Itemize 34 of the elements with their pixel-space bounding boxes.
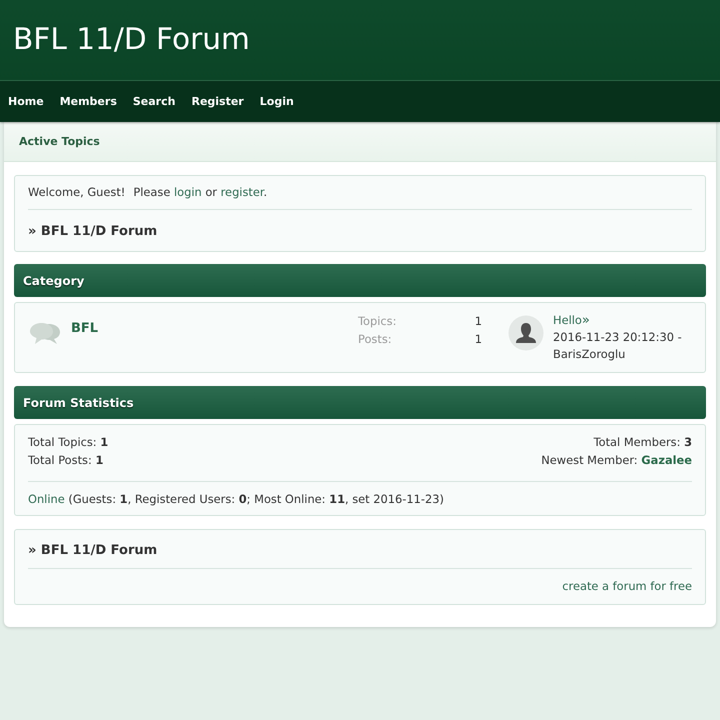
stat-value: 1 bbox=[474, 331, 483, 348]
section-header: Category bbox=[14, 264, 706, 297]
last-post-link[interactable]: Hello bbox=[553, 313, 582, 327]
stat-text: Total Members: 3 bbox=[594, 435, 692, 449]
post-author: BarisZoroglu bbox=[553, 347, 626, 361]
speech-bubbles-icon bbox=[30, 322, 60, 345]
login-link[interactable]: login bbox=[174, 185, 202, 199]
breadcrumb-link[interactable]: » BFL 11/D Forum bbox=[28, 223, 158, 241]
nav-link[interactable]: Home bbox=[0, 94, 52, 110]
post-date: 2016-11-23 20:12:30 - bbox=[553, 330, 682, 344]
nav-link[interactable]: Search bbox=[124, 94, 184, 110]
stat-text: Total Topics: 1 bbox=[28, 435, 108, 449]
jump-link[interactable]: » bbox=[582, 313, 590, 328]
stat-text: Total Posts: 1 bbox=[28, 453, 104, 467]
stat-label: Topics: bbox=[358, 313, 398, 330]
login-prompt: Please login or register. bbox=[133, 185, 268, 199]
section-header: Forum Statistics bbox=[14, 386, 706, 419]
stat-text: Newest Member: Gazalee bbox=[541, 453, 692, 467]
nav-link[interactable]: Register bbox=[183, 94, 252, 110]
online-link[interactable]: Online bbox=[28, 492, 65, 506]
subnav-link[interactable]: Active Topics bbox=[19, 134, 100, 150]
nav-link[interactable]: Members bbox=[52, 94, 125, 110]
online-stats: Online (Guests: 1, Registered Users: 0; Most Online: 11, set 2016-11-23) bbox=[28, 492, 444, 506]
welcome-text: Welcome, Guest! bbox=[28, 185, 126, 199]
member-link[interactable]: Gazalee bbox=[641, 453, 692, 467]
create-forum-link[interactable]: create a forum for free bbox=[562, 579, 692, 593]
forum-title: BFL 11/D Forum bbox=[13, 25, 250, 55]
stat-label: Posts: bbox=[358, 331, 393, 348]
avatar-icon bbox=[508, 315, 544, 351]
forum-name-link[interactable]: BFL bbox=[71, 321, 98, 336]
breadcrumb-link[interactable]: » BFL 11/D Forum bbox=[28, 542, 158, 560]
register-link[interactable]: register bbox=[220, 185, 264, 199]
nav-link[interactable]: Login bbox=[252, 94, 302, 110]
stat-value: 1 bbox=[474, 313, 483, 330]
